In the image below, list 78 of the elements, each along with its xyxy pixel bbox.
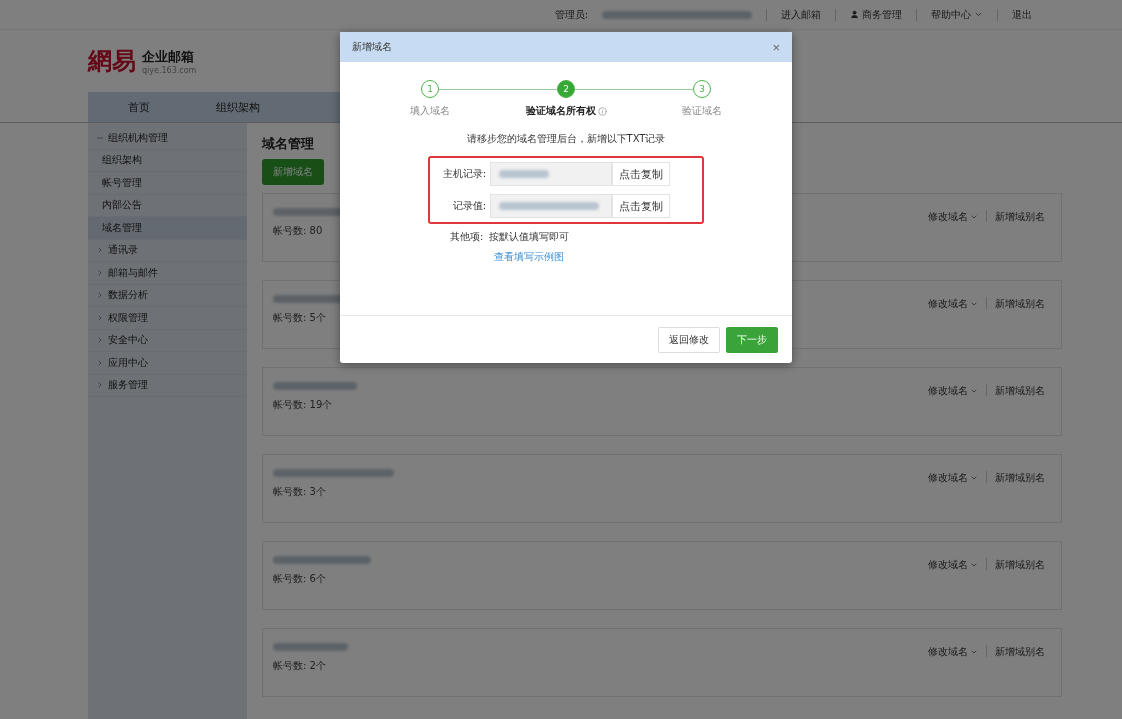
example-link[interactable]: 查看填写示例图 — [494, 250, 564, 264]
sidebar-item[interactable]: 权限管理 — [88, 307, 247, 330]
caret-icon — [970, 648, 978, 656]
edit-domain-link[interactable]: 修改域名 — [928, 210, 978, 224]
edit-domain-link[interactable]: 修改域名 — [928, 384, 978, 398]
copy-button[interactable]: 点击复制 — [612, 194, 670, 218]
caret-icon — [970, 300, 978, 308]
sidebar-item[interactable]: 通讯录 — [88, 239, 247, 262]
expand-icon — [96, 381, 104, 390]
account-count: 帐号数: 3个 — [273, 485, 326, 499]
step-label: 验证域名 — [682, 104, 722, 118]
nav-tab[interactable]: 组织架构 — [176, 99, 286, 115]
add-alias-link[interactable]: 新增域别名 — [995, 384, 1045, 398]
add-alias-link[interactable]: 新增域别名 — [995, 210, 1045, 224]
account-count: 帐号数: 19个 — [273, 398, 333, 412]
expand-icon — [96, 268, 104, 277]
add-alias-link[interactable]: 新增域别名 — [995, 297, 1045, 311]
logo-site: qiye.163.com — [142, 65, 197, 75]
nav-tab[interactable]: 首页 — [88, 99, 176, 115]
step-circle: 1 — [421, 80, 439, 98]
dialog-title: 新增域名 — [352, 40, 392, 54]
edit-domain-link[interactable]: 修改域名 — [928, 558, 978, 572]
back-button[interactable]: 返回修改 — [658, 326, 720, 353]
record-label: 记录值: — [451, 199, 486, 213]
add-alias-link[interactable]: 新增域别名 — [995, 645, 1045, 659]
edit-domain-link[interactable]: 修改域名 — [928, 645, 978, 659]
expand-icon — [96, 291, 104, 300]
caret-icon — [974, 10, 983, 19]
copy-button[interactable]: 点击复制 — [612, 162, 670, 186]
step-label: 填入域名 — [410, 104, 450, 118]
next-button[interactable]: 下一步 — [726, 326, 778, 353]
sidebar-subitem[interactable]: 域名管理 — [88, 217, 247, 240]
other-label: 其他项: — [450, 230, 484, 244]
caret-icon — [970, 387, 978, 395]
caret-icon — [970, 213, 978, 221]
expand-icon — [96, 246, 104, 255]
top-link[interactable]: 帮助中心 — [931, 7, 983, 22]
info-icon — [597, 106, 607, 116]
add-domain-button[interactable]: 新增域名 — [262, 159, 324, 185]
edit-domain-link[interactable]: 修改域名 — [928, 471, 978, 485]
step-circle: 2 — [557, 80, 575, 98]
page-title: 域名管理 — [262, 135, 314, 153]
record-field[interactable] — [490, 194, 612, 218]
expand-icon — [96, 358, 104, 367]
record-label: 主机记录: — [441, 167, 486, 181]
record-field[interactable] — [490, 162, 612, 186]
step-circle: 3 — [693, 80, 711, 98]
sidebar-item[interactable]: 数据分析 — [88, 284, 247, 307]
instruction-text: 请移步您的域名管理后台，新增以下TXT记录 — [466, 132, 666, 146]
sidebar-item[interactable]: 邮箱与邮件 — [88, 262, 247, 285]
redacted-domain — [273, 208, 343, 216]
expand-icon — [96, 336, 104, 345]
sidebar-item[interactable]: 安全中心 — [88, 329, 247, 352]
account-count: 帐号数: 6个 — [273, 572, 326, 586]
sidebar-subitem[interactable]: 组织架构 — [88, 149, 247, 172]
account-count: 帐号数: 2个 — [273, 659, 326, 673]
edit-domain-link[interactable]: 修改域名 — [928, 297, 978, 311]
account-count: 帐号数: 80 — [273, 224, 323, 238]
admin-label: 管理员: — [554, 7, 588, 22]
top-link[interactable]: 进入邮箱 — [781, 7, 821, 22]
sidebar-item[interactable]: 组织机构管理 — [88, 127, 247, 150]
close-button[interactable]: × — [772, 39, 780, 55]
top-link[interactable]: 商务管理 — [850, 7, 902, 22]
sidebar-subitem[interactable]: 帐号管理 — [88, 172, 247, 195]
logo-product: 企业邮箱 — [142, 47, 195, 66]
expand-icon — [96, 313, 104, 322]
account-count: 帐号数: 5个 — [273, 311, 326, 325]
top-link[interactable]: 退出 — [1012, 7, 1032, 22]
caret-icon — [970, 561, 978, 569]
add-alias-link[interactable]: 新增域别名 — [995, 558, 1045, 572]
sidebar-item[interactable]: 应用中心 — [88, 352, 247, 375]
other-value: 按默认值填写即可 — [489, 230, 570, 244]
sidebar-item[interactable]: 服务管理 — [88, 374, 247, 397]
user-icon — [850, 10, 859, 19]
logo-brand: 網易 — [88, 45, 136, 77]
add-alias-link[interactable]: 新增域别名 — [995, 471, 1045, 485]
caret-icon — [970, 474, 978, 482]
step-label: 验证域名所有权 — [525, 104, 596, 118]
